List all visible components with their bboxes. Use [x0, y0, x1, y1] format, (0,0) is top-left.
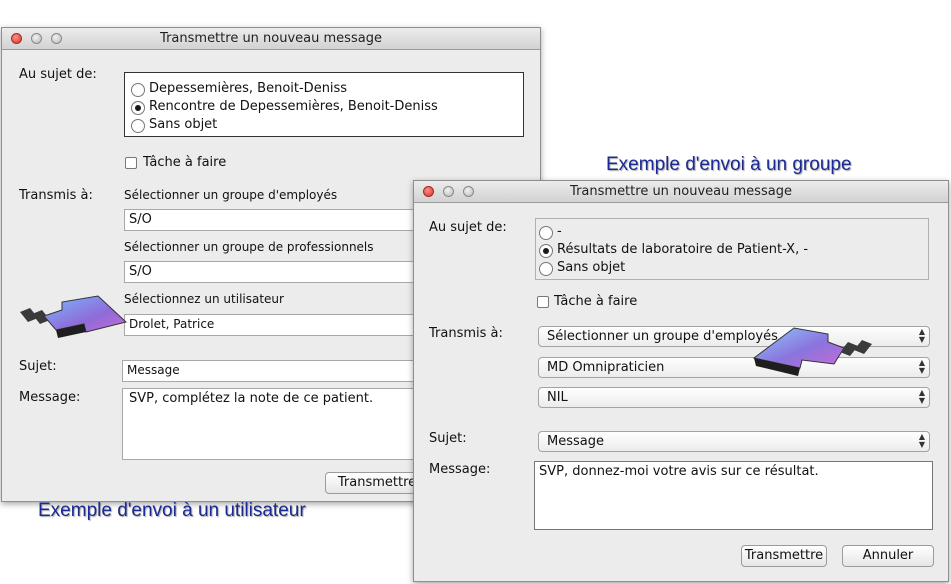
transmitted-label: Transmis à:: [19, 188, 93, 203]
about-radio-group: - Résultats de laboratoire de Patient-X,…: [535, 218, 929, 280]
updown-arrows-icon: ▲ ▼: [918, 327, 925, 344]
message-textarea[interactable]: SVP, complétez la note de ce patient.: [122, 388, 424, 460]
close-window-button[interactable]: [423, 186, 434, 197]
about-option-label[interactable]: Rencontre de Depessemières, Benoit-Denis…: [149, 99, 438, 114]
about-option-label[interactable]: Sans objet: [149, 117, 217, 132]
subject-field[interactable]: Message: [122, 360, 424, 382]
user-popup[interactable]: NIL ▲ ▼: [538, 387, 930, 408]
about-option-radio[interactable]: [131, 119, 145, 133]
user-select[interactable]: Drolet, Patrice: [124, 314, 424, 336]
group-example-caption: Exemple d'envoi à un groupe: [606, 154, 852, 175]
message-textarea[interactable]: SVP, donnez-moi votre avis sur ce résult…: [534, 461, 933, 530]
professional-group-label: Sélectionner un groupe de professionnels: [124, 240, 374, 254]
professional-group-select[interactable]: S/O: [124, 261, 424, 283]
arrow-right-icon: [20, 295, 128, 338]
about-option-radio[interactable]: [539, 262, 553, 276]
about-option-radio[interactable]: [131, 101, 145, 115]
updown-arrows-icon: ▲ ▼: [918, 388, 925, 405]
about-label: Au sujet de:: [429, 220, 507, 235]
window-send-to-group: Transmettre un nouveau message Au sujet …: [413, 180, 949, 582]
minimize-window-button[interactable]: [31, 33, 42, 44]
window-titlebar: Transmettre un nouveau message: [2, 28, 540, 50]
subject-value: Message: [547, 434, 604, 449]
about-option-label[interactable]: -: [557, 224, 562, 239]
subject-popup[interactable]: Message ▲ ▼: [538, 431, 930, 452]
about-label: Au sujet de:: [19, 67, 97, 82]
user-label: Sélectionnez un utilisateur: [124, 292, 284, 306]
window-titlebar: Transmettre un nouveau message: [414, 181, 948, 203]
task-checkbox[interactable]: [537, 296, 549, 308]
about-option-label[interactable]: Depessemières, Benoit-Deniss: [149, 81, 347, 96]
message-label: Message:: [19, 390, 81, 405]
updown-arrows-icon: ▲ ▼: [918, 358, 925, 375]
about-option-radio[interactable]: [539, 226, 553, 240]
send-button[interactable]: Transmettre: [741, 545, 827, 567]
about-option-label[interactable]: Résultats de laboratoire de Patient-X, -: [557, 242, 808, 257]
window-title: Transmettre un nouveau message: [570, 184, 792, 199]
subject-label: Sujet:: [429, 431, 467, 446]
message-value: SVP, complétez la note de ce patient.: [129, 391, 374, 406]
minimize-window-button[interactable]: [443, 186, 454, 197]
cancel-button[interactable]: Annuler: [842, 545, 934, 567]
transmitted-label: Transmis à:: [429, 326, 503, 341]
about-option-radio[interactable]: [131, 83, 145, 97]
user-value: NIL: [547, 390, 568, 405]
zoom-window-button[interactable]: [51, 33, 62, 44]
subject-label: Sujet:: [19, 359, 57, 374]
employee-group-value: S/O: [129, 212, 152, 227]
close-window-button[interactable]: [11, 33, 22, 44]
about-option-label[interactable]: Sans objet: [557, 260, 625, 275]
message-value: SVP, donnez-moi votre avis sur ce résult…: [539, 464, 819, 479]
user-example-caption: Exemple d'envoi à un utilisateur: [38, 500, 306, 521]
professional-group-value: S/O: [129, 264, 152, 279]
updown-arrows-icon: ▲ ▼: [918, 432, 925, 449]
task-checkbox-label[interactable]: Tâche à faire: [554, 294, 637, 309]
task-checkbox[interactable]: [125, 157, 137, 169]
employee-group-select[interactable]: S/O: [124, 209, 424, 231]
zoom-window-button[interactable]: [463, 186, 474, 197]
about-option-radio[interactable]: [539, 244, 553, 258]
subject-value: Message: [127, 363, 180, 377]
user-value: Drolet, Patrice: [129, 317, 215, 331]
message-label: Message:: [429, 462, 491, 477]
professional-value: MD Omnipraticien: [547, 360, 665, 375]
employee-group-value: Sélectionner un groupe d'employés: [547, 329, 778, 344]
window-title: Transmettre un nouveau message: [160, 31, 382, 46]
arrow-left-icon: [752, 327, 872, 376]
about-radio-group: Depessemières, Benoit-Deniss Rencontre d…: [124, 72, 524, 137]
task-checkbox-label[interactable]: Tâche à faire: [143, 155, 226, 170]
employee-group-label: Sélectionner un groupe d'employés: [124, 188, 338, 202]
